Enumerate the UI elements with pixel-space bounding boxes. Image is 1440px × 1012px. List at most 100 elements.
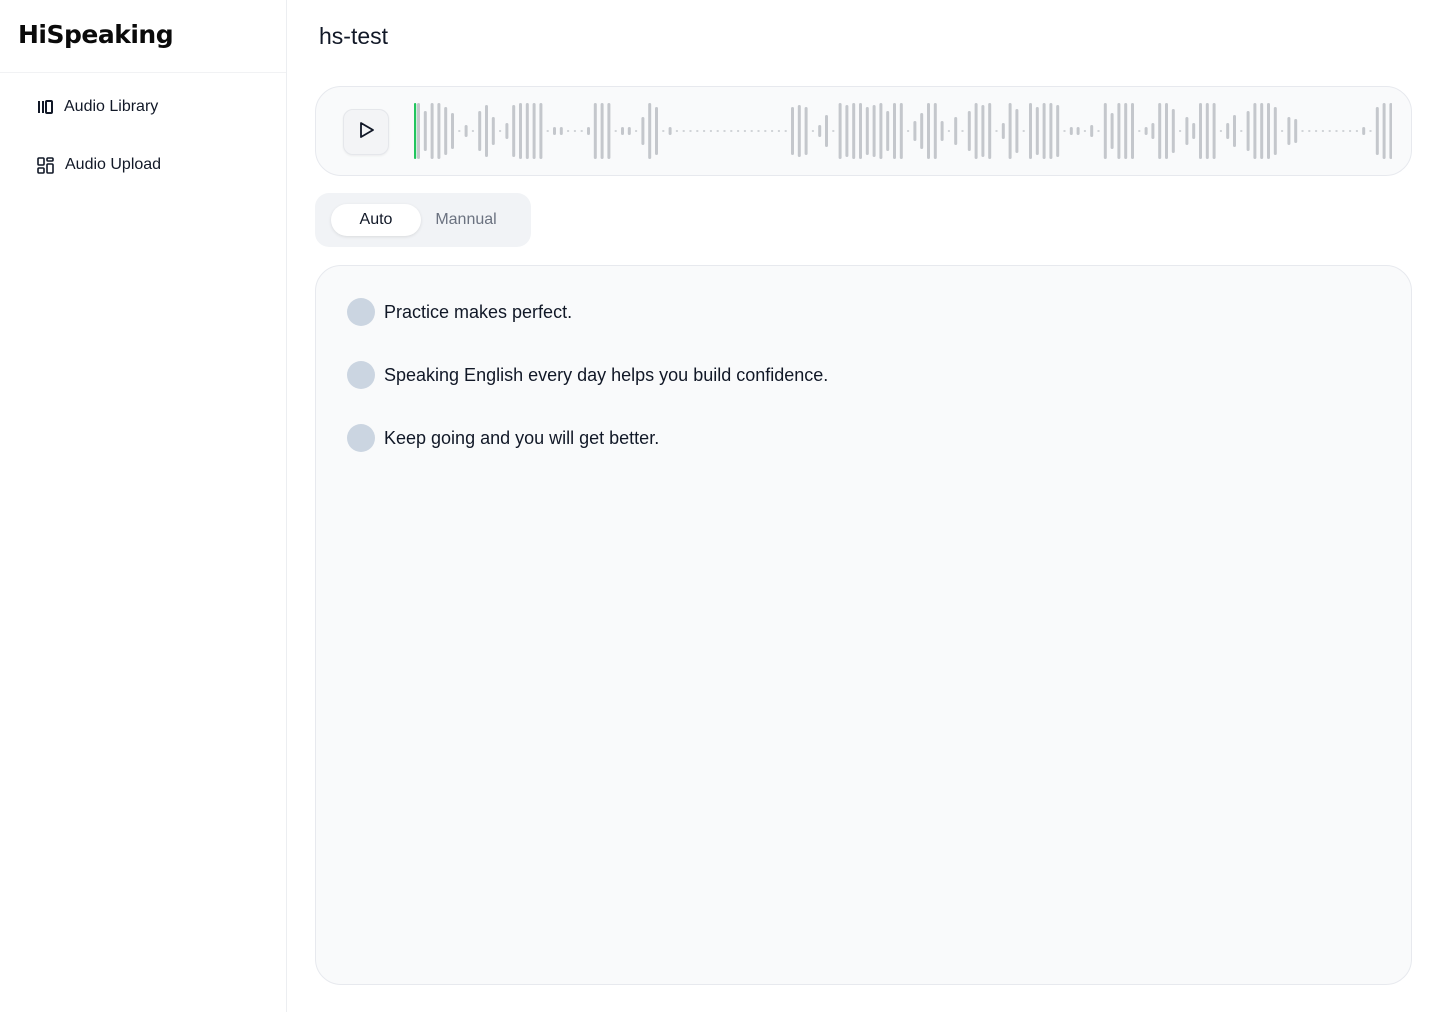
waveform-bar bbox=[1131, 103, 1134, 159]
sentence-list: Practice makes perfect. Speaking English… bbox=[315, 265, 1412, 985]
waveform-bar bbox=[743, 130, 746, 132]
waveform-bar bbox=[838, 103, 842, 159]
waveform-bar bbox=[1219, 130, 1222, 132]
waveform-bar bbox=[1001, 123, 1005, 139]
mode-option-manual[interactable]: Mannual bbox=[421, 204, 511, 236]
waveform-bar bbox=[635, 130, 638, 132]
waveform-bar bbox=[947, 130, 950, 132]
waveform-bar bbox=[1342, 130, 1345, 132]
sidebar-item-audio-upload[interactable]: Audio Upload bbox=[0, 141, 286, 189]
waveform-bar bbox=[1192, 123, 1196, 139]
waveform-bar bbox=[1369, 130, 1372, 132]
waveform-bar bbox=[423, 111, 427, 151]
waveform-bar bbox=[1226, 123, 1230, 139]
waveform-bar bbox=[845, 105, 849, 157]
waveform-bar bbox=[485, 105, 488, 157]
waveform-bar bbox=[757, 130, 760, 132]
waveform-bar bbox=[818, 125, 822, 137]
waveform-bar bbox=[1171, 109, 1175, 153]
play-icon bbox=[356, 120, 376, 145]
waveform-bar bbox=[913, 121, 917, 141]
waveform-bar bbox=[1049, 103, 1053, 159]
waveform-bar bbox=[1056, 105, 1060, 157]
waveform-bar bbox=[907, 130, 910, 132]
waveform-bar bbox=[750, 130, 753, 132]
waveform-bar bbox=[974, 103, 978, 159]
waveform-bar bbox=[499, 130, 502, 132]
waveform-bar bbox=[784, 130, 787, 132]
sentence-item[interactable]: Speaking English every day helps you bui… bbox=[316, 360, 1411, 390]
waveform-bar bbox=[872, 105, 876, 157]
waveform-bar bbox=[451, 113, 454, 149]
waveform-bar bbox=[437, 103, 441, 159]
waveform-bar bbox=[512, 105, 516, 157]
waveform-bar bbox=[1097, 130, 1100, 132]
waveform-bar bbox=[1165, 103, 1168, 159]
main-content: hs-test Auto Mannual Practice makes perf… bbox=[287, 0, 1440, 1012]
sentence-status-dot[interactable] bbox=[347, 424, 375, 452]
waveform-bar bbox=[927, 103, 930, 159]
waveform-bar bbox=[655, 107, 658, 155]
waveform-bar bbox=[1110, 113, 1114, 149]
waveform-bar bbox=[464, 125, 468, 137]
waveform-bar bbox=[1355, 130, 1358, 132]
waveform-bar bbox=[682, 130, 685, 132]
waveform-bar bbox=[954, 117, 958, 145]
waveform-bar bbox=[553, 127, 556, 135]
app-root: HiSpeaking Audio Library Audio Upload hs… bbox=[0, 0, 1440, 1012]
waveform-bar bbox=[1185, 117, 1189, 145]
mode-toggle: Auto Mannual bbox=[315, 193, 531, 247]
waveform-bar bbox=[777, 130, 780, 132]
waveform-bar bbox=[1382, 103, 1386, 159]
waveform-bar bbox=[825, 115, 828, 147]
waveform-bar bbox=[648, 103, 652, 159]
sentence-text: Keep going and you will get better. bbox=[384, 427, 660, 448]
waveform-bar bbox=[1273, 107, 1277, 155]
waveform-bar bbox=[567, 130, 570, 132]
sentence-status-dot[interactable] bbox=[347, 298, 375, 326]
waveform-bar bbox=[1151, 123, 1155, 139]
waveform-bar bbox=[1335, 130, 1338, 132]
waveform-bar bbox=[1205, 103, 1209, 159]
sentence-item[interactable]: Practice makes perfect. bbox=[316, 297, 1411, 327]
waveform-bar bbox=[811, 130, 814, 132]
waveform-bar bbox=[940, 121, 944, 141]
waveform-bar bbox=[879, 103, 883, 159]
library-icon bbox=[36, 98, 54, 116]
play-button[interactable] bbox=[343, 109, 389, 155]
brand-logo[interactable]: HiSpeaking bbox=[18, 20, 174, 49]
waveform-bar bbox=[1240, 130, 1243, 132]
waveform-bar bbox=[1308, 130, 1311, 132]
waveform-bar bbox=[614, 130, 617, 132]
waveform-bar bbox=[791, 107, 794, 155]
sentence-text: Practice makes perfect. bbox=[384, 301, 573, 322]
waveform-bar bbox=[899, 103, 903, 159]
waveform-bar bbox=[607, 103, 611, 159]
waveform-bar bbox=[1083, 130, 1086, 132]
waveform-bar bbox=[716, 130, 719, 132]
waveform-bar bbox=[886, 111, 890, 151]
waveform-bar bbox=[662, 130, 665, 132]
sidebar-item-label: Audio Upload bbox=[65, 156, 162, 173]
waveform-bar bbox=[1029, 103, 1032, 159]
waveform-bar bbox=[600, 103, 604, 159]
waveform-bar bbox=[1069, 127, 1073, 135]
waveform-bar bbox=[1375, 107, 1379, 155]
waveform-bar bbox=[995, 130, 998, 132]
mode-option-auto[interactable]: Auto bbox=[331, 204, 421, 236]
waveform-bar bbox=[505, 123, 509, 139]
waveform-bar bbox=[1328, 130, 1331, 132]
waveform[interactable] bbox=[414, 101, 1392, 161]
waveform-bar bbox=[865, 107, 869, 155]
waveform-bar bbox=[559, 127, 563, 135]
sidebar-item-audio-library[interactable]: Audio Library bbox=[0, 83, 286, 131]
waveform-bar bbox=[1287, 117, 1291, 145]
waveform-bar bbox=[580, 130, 583, 132]
sentence-item[interactable]: Keep going and you will get better. bbox=[316, 423, 1411, 453]
playhead[interactable] bbox=[414, 103, 417, 159]
sentence-status-dot[interactable] bbox=[347, 361, 375, 389]
waveform-bar bbox=[1253, 103, 1257, 159]
waveform-bar bbox=[1315, 130, 1318, 132]
waveform-bar bbox=[546, 130, 549, 132]
sidebar: HiSpeaking Audio Library Audio Upload bbox=[0, 0, 287, 1012]
